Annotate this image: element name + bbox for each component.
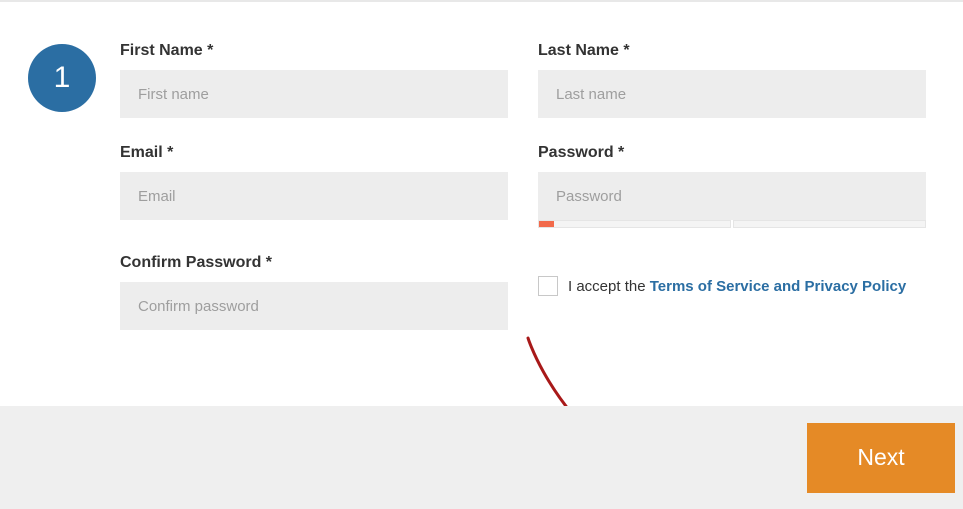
confirm-password-input[interactable] [120,282,508,330]
email-field-group: Email * [120,144,508,228]
password-strength-segment [538,220,731,228]
last-name-label: Last Name * [538,42,926,60]
password-strength-meter [538,220,926,228]
form-fields: First Name * Last Name * Email * Passwor… [120,42,935,330]
terms-field-group: I accept the Terms of Service and Privac… [538,254,926,330]
password-field-group: Password * [538,144,926,228]
terms-prefix: I accept the [568,278,650,295]
terms-link[interactable]: Terms of Service and Privacy Policy [650,278,907,295]
confirm-password-label: Confirm Password * [120,254,508,272]
terms-checkbox[interactable] [538,276,558,296]
password-strength-segment [733,220,926,228]
terms-text: I accept the Terms of Service and Privac… [568,278,906,295]
password-strength-fill [539,221,554,227]
first-name-field-group: First Name * [120,42,508,118]
first-name-input[interactable] [120,70,508,118]
password-input[interactable] [538,172,926,220]
last-name-input[interactable] [538,70,926,118]
next-button[interactable]: Next [807,423,955,493]
next-button-label: Next [857,444,904,470]
password-label: Password * [538,144,926,162]
confirm-password-field-group: Confirm Password * [120,254,508,330]
registration-form-step: 1 First Name * Last Name * Email * Passw… [0,2,963,354]
form-footer: Next [0,406,963,509]
step-number-badge: 1 [28,44,96,112]
terms-row: I accept the Terms of Service and Privac… [538,276,926,296]
last-name-field-group: Last Name * [538,42,926,118]
email-label: Email * [120,144,508,162]
first-name-label: First Name * [120,42,508,60]
step-number: 1 [54,61,71,95]
email-input[interactable] [120,172,508,220]
